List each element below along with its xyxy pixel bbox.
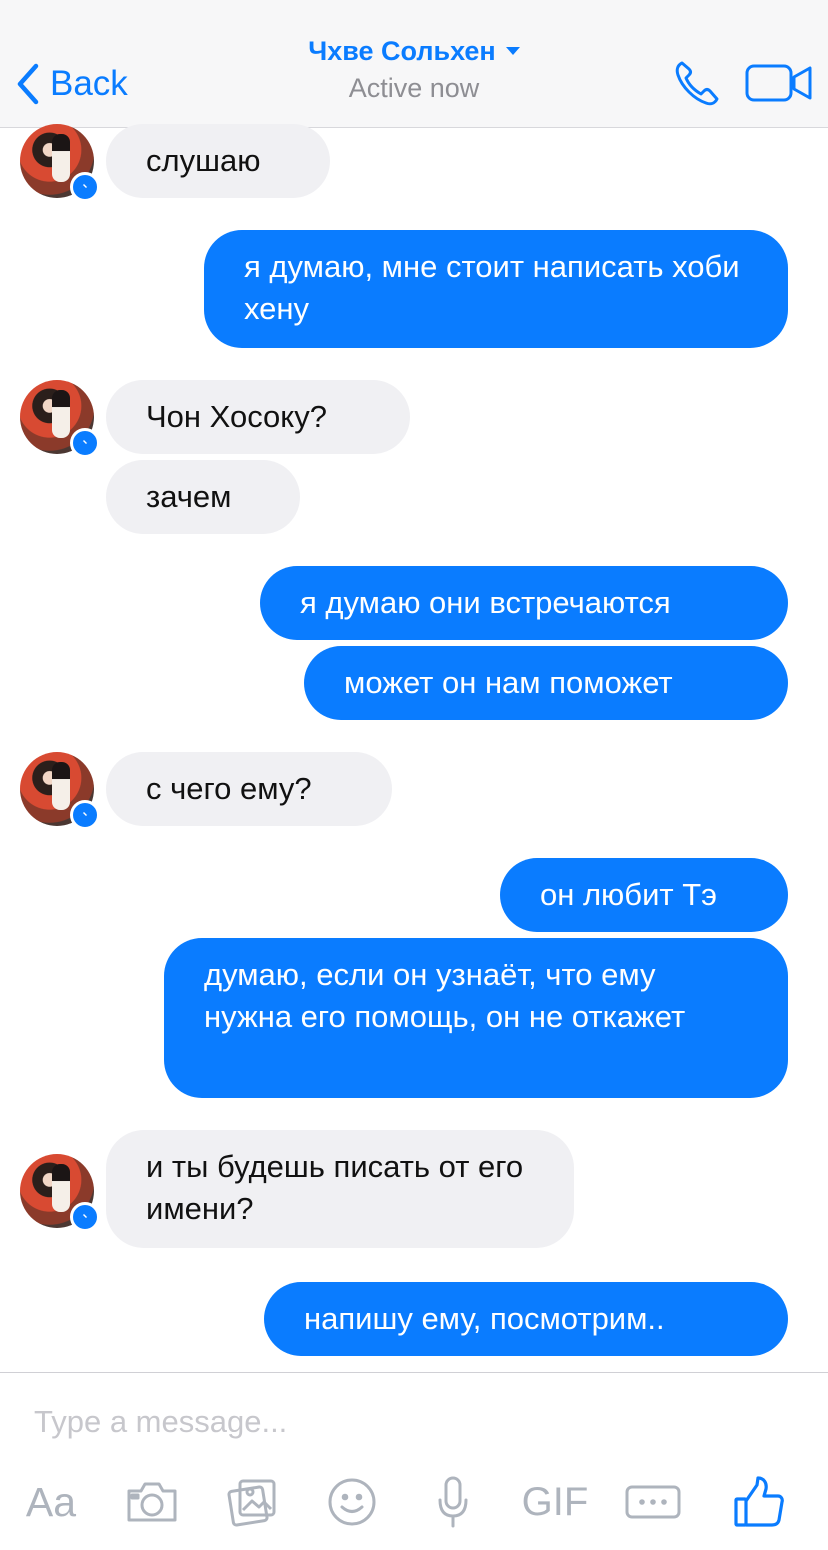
contact-avatar[interactable] <box>20 1154 100 1232</box>
video-camera-icon[interactable] <box>744 62 814 104</box>
contact-name: Чхве Сольхен <box>308 36 496 66</box>
camera-icon <box>127 1482 177 1522</box>
voice-message-button[interactable] <box>436 1470 470 1534</box>
incoming-message[interactable]: и ты будешь писать от его имени? <box>106 1130 574 1248</box>
more-button[interactable] <box>624 1470 682 1534</box>
avatar-photo-figure <box>52 390 70 438</box>
microphone-icon <box>438 1476 468 1528</box>
like-button[interactable] <box>732 1470 786 1534</box>
chat-header: Back Чхве Сольхен Active now <box>0 0 828 128</box>
avatar-photo-figure <box>52 1164 70 1212</box>
incoming-message[interactable]: зачем <box>106 460 300 534</box>
text-format-button[interactable]: Aa <box>20 1470 82 1534</box>
avatar-photo-figure <box>52 762 70 810</box>
incoming-message[interactable]: с чего ему? <box>106 752 392 826</box>
image-gallery-icon <box>227 1479 276 1527</box>
caret-down-icon <box>505 46 520 55</box>
avatar-photo-figure <box>52 134 70 182</box>
messenger-icon <box>70 1202 100 1232</box>
composer-divider <box>0 1372 828 1373</box>
outgoing-message[interactable]: может он нам поможет <box>304 646 788 720</box>
outgoing-message[interactable]: думаю, если он узнаёт, что ему нужна его… <box>164 938 788 1098</box>
camera-button[interactable] <box>124 1470 180 1534</box>
messenger-icon <box>70 172 100 202</box>
incoming-message[interactable]: Чон Хосоку? <box>106 380 410 454</box>
outgoing-message[interactable]: он любит Тэ <box>500 858 788 932</box>
more-icon <box>625 1485 681 1519</box>
messenger-icon <box>70 800 100 830</box>
contact-avatar[interactable] <box>20 380 100 458</box>
contact-avatar[interactable] <box>20 752 100 830</box>
gif-button[interactable]: GIF <box>516 1470 594 1534</box>
phone-icon[interactable] <box>672 58 722 108</box>
messenger-icon <box>70 428 100 458</box>
incoming-message[interactable]: слушаю <box>106 124 330 198</box>
emoji-button[interactable] <box>326 1470 378 1534</box>
gallery-button[interactable] <box>226 1470 278 1534</box>
outgoing-message[interactable]: я думаю, мне стоит написать хоби хену <box>204 230 788 348</box>
thumbs-up-icon <box>734 1476 784 1527</box>
outgoing-message[interactable]: я думаю они встречаются <box>260 566 788 640</box>
contact-avatar[interactable] <box>20 124 100 202</box>
chat-screen: Back Чхве Сольхен Active now слушаю я ду… <box>0 0 828 1550</box>
outgoing-message[interactable]: напишу ему, посмотрим.. <box>264 1282 788 1356</box>
message-input[interactable] <box>34 1398 734 1446</box>
emoji-icon <box>328 1478 376 1526</box>
title-row: Чхве Сольхен <box>308 36 520 67</box>
